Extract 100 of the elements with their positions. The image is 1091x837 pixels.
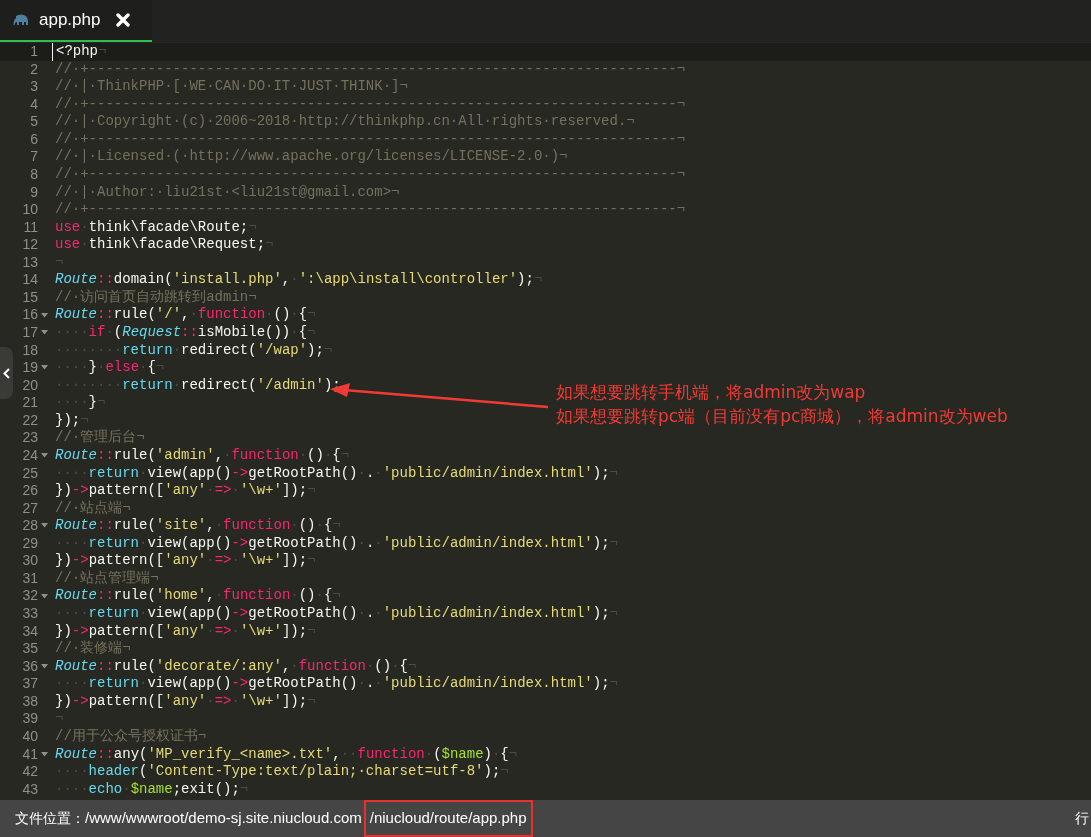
code-line: Route::rule('admin',·function·()·{¬	[54, 446, 350, 465]
code-line: ····if·(Request::isMobile())·{¬	[54, 324, 316, 342]
line-number: 5	[30, 113, 38, 131]
tab-label: app.php	[39, 9, 101, 32]
code-line: //·+----------------------------------------------------------------------¬	[54, 165, 686, 184]
line-number: 15	[22, 288, 38, 307]
line-number: 39	[22, 710, 38, 728]
file-path: /www/wwwroot/demo-sj.site.niucloud.com	[85, 808, 362, 829]
line-number: 30	[22, 552, 38, 570]
code-line: //·|·Author:·liu21st·<liu21st@gmail.com>¬	[54, 183, 400, 202]
line-number: 33	[22, 605, 38, 623]
line-number: 34	[22, 622, 38, 641]
line-number: 6	[30, 130, 38, 149]
code-line: ¬	[54, 710, 64, 728]
code-line: //·+----------------------------------------------------------------------¬	[54, 130, 686, 149]
fold-arrow-icon[interactable]	[40, 453, 48, 459]
code-line: //·装修端¬	[54, 640, 131, 658]
code-line: //·|·Licensed·(·http://www.apache.org/licenses/LICENSE-2.0·)¬	[54, 148, 568, 166]
code-line: ····return·view(app()->getRootPath()·.·'public/admin/index.html');¬	[54, 534, 618, 553]
fold-arrow-icon[interactable]	[40, 523, 48, 529]
line-number: 38	[22, 692, 38, 711]
line-number: 26	[22, 482, 38, 500]
code-line: //·访问首页自动跳转到admin¬	[54, 288, 257, 307]
line-number: 40	[22, 727, 38, 746]
line-number: 24	[22, 446, 38, 465]
line-number: 14	[22, 271, 38, 289]
code-line: })->pattern(['any'·=>·'\w+']);¬	[54, 482, 316, 500]
code-line: ····return·view(app()->getRootPath()·.·'public/admin/index.html');¬	[54, 605, 618, 623]
close-icon[interactable]	[116, 13, 131, 27]
fold-arrow-icon[interactable]	[40, 365, 48, 371]
line-number: 9	[30, 183, 38, 202]
code-line: Route::rule('home',·function·()·{¬	[54, 587, 341, 605]
line-number: 27	[22, 499, 38, 518]
line-number: 23	[22, 429, 38, 447]
code-line: Route::rule('site',·function·()·{¬	[54, 517, 341, 535]
line-number: 8	[30, 165, 38, 184]
line-number: 32	[22, 587, 38, 605]
line-number: 7	[30, 148, 38, 166]
line-number: 13	[22, 253, 38, 272]
code-line: Route::rule('decorate/:any',·function·()·{¬	[54, 657, 417, 676]
code-line: })->pattern(['any'·=>·'\w+']);¬	[54, 552, 316, 570]
line-number: 11	[23, 218, 38, 237]
line-number: 25	[22, 464, 38, 483]
code-line: Route::domain('install.php',·':\app\install\controller');¬	[54, 271, 543, 289]
line-number: 3	[30, 78, 38, 96]
line-number: 19	[22, 359, 38, 377]
code-line: });¬	[54, 411, 89, 430]
chevron-left-icon	[3, 367, 10, 379]
code-line: //·|·ThinkPHP·[·WE·CAN·DO·IT·JUST·THINK·]¬	[54, 78, 408, 96]
line-number: 10	[22, 201, 38, 219]
file-location-label: 文件位置：	[15, 809, 85, 828]
code-line: ····}·else·{¬	[54, 359, 165, 377]
line-number: 37	[22, 675, 38, 693]
code-line: //·管理后台¬	[54, 429, 145, 447]
line-number: 29	[22, 534, 38, 553]
code-line: ········return·redirect('/wap');¬	[54, 341, 333, 360]
code-line: Route::any('MP_verify_<name>.txt',··function·($name)·{¬	[54, 745, 518, 764]
collapse-handle[interactable]	[0, 347, 13, 399]
line-number: 18	[22, 341, 38, 360]
code-line: ····return·view(app()->getRootPath()·.·'public/admin/index.html');¬	[54, 464, 618, 483]
line-number: 20	[22, 376, 38, 395]
highlighted-file-path: /niucloud/route/app.php	[363, 800, 533, 837]
code-line: ¬	[54, 253, 64, 272]
file-tab[interactable]: app.php	[0, 0, 152, 42]
code-line: //·+----------------------------------------------------------------------¬	[54, 201, 686, 219]
fold-arrow-icon[interactable]	[40, 312, 48, 318]
elephant-icon	[13, 14, 29, 26]
line-number: 2	[30, 60, 38, 79]
line-number: 22	[22, 411, 38, 430]
line-number: 17	[22, 324, 38, 342]
code-line: use·think\facade\Route;¬	[54, 218, 257, 237]
code-line: //·站点管理端¬	[54, 569, 159, 588]
line-number: 1	[30, 43, 38, 61]
code-line: ····return·view(app()->getRootPath()·.·'public/admin/index.html');¬	[54, 675, 618, 693]
annotation-text: 如果想要跳转pc端（目前没有pc商城），将admin改为web	[556, 405, 1008, 428]
line-number: 16	[22, 306, 38, 324]
annotation-text: 如果想要跳转手机端，将admin改为wap	[556, 381, 867, 404]
line-number: 35	[22, 640, 38, 658]
fold-arrow-icon[interactable]	[40, 593, 48, 599]
line-number: 43	[22, 780, 38, 799]
line-number: 42	[22, 763, 38, 781]
line-number: 41	[22, 745, 38, 764]
line-number: 4	[30, 95, 38, 114]
fold-arrow-icon[interactable]	[40, 330, 48, 336]
line-label: 行	[1075, 809, 1090, 828]
code-line: })->pattern(['any'·=>·'\w+']);¬	[54, 622, 316, 640]
fold-arrow-icon[interactable]	[40, 751, 48, 757]
code-line: //·站点端¬	[54, 499, 131, 518]
code-line: Route::rule('/',·function·()·{¬	[54, 306, 316, 324]
line-number: 12	[22, 236, 38, 254]
line-number: 31	[22, 569, 38, 588]
code-line: ····}¬	[54, 394, 106, 412]
code-line: ····header('Content-Type:text/plain;·charset=utf-8');¬	[54, 763, 509, 781]
code-line: //·+----------------------------------------------------------------------¬	[54, 95, 686, 114]
code-line: //·|·Copyright·(c)·2006~2018·http://thinkphp.cn·All·rights·reserved.¬	[54, 113, 635, 131]
line-number: 28	[22, 517, 38, 535]
code-line: ····echo·$name;exit();¬	[54, 780, 249, 799]
line-number: 21	[22, 394, 38, 412]
line-number: 36	[22, 657, 38, 676]
fold-arrow-icon[interactable]	[40, 663, 48, 669]
